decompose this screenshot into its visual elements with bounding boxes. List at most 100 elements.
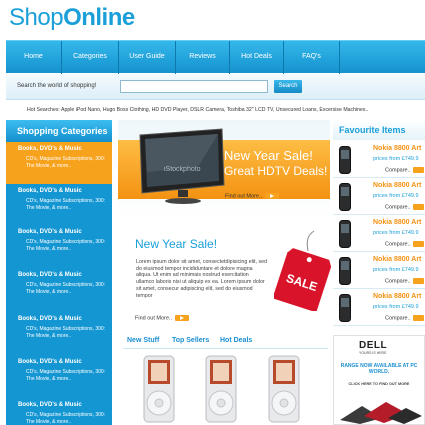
nav-item-user-guide[interactable]: User Guide (119, 41, 176, 74)
favourite-item-name[interactable]: Nokia 8800 Art (373, 219, 421, 226)
banner-subtitle: Great HDTV Deals! (224, 164, 328, 178)
category-item-title: Books, DVD's & Music (18, 359, 82, 365)
favourite-item[interactable]: Nokia 8800 Art prices from £749.9 Compar… (333, 253, 425, 289)
hdtv-image: iStockphoto (139, 128, 225, 204)
favourite-item-price: prices from £749.9 (373, 193, 419, 199)
phone-image (339, 220, 351, 248)
promo-text: Lorem ipsum dolor sit amet, consectetdip… (136, 259, 268, 299)
compare-label: Compare.. (385, 204, 411, 211)
compare-button[interactable] (412, 278, 424, 284)
search-label: Search the world of shopping! (17, 83, 97, 89)
category-item-sub: CD's, Magazine Subscriptions, 300: The M… (26, 282, 106, 295)
site-logo[interactable]: ShopOnline (9, 4, 135, 32)
favourite-item[interactable]: Nokia 8800 Art prices from £749.9 Compar… (333, 179, 425, 215)
category-item-title: Books, DVD's & Music (18, 402, 82, 408)
category-item[interactable]: Books, DVD's & Music CD's, Magazine Subs… (6, 184, 112, 225)
category-item[interactable]: Books, DVD's & Music CD's, Magazine Subs… (6, 142, 112, 184)
favourite-item-price: prices from £749.9 (373, 304, 419, 310)
compare-link[interactable]: Compare.. (385, 315, 424, 321)
search-button[interactable]: Search (274, 80, 302, 93)
compare-label: Compare.. (385, 241, 411, 248)
search-input[interactable] (120, 80, 268, 93)
ipod-product-image[interactable] (268, 355, 300, 425)
favourite-item-price: prices from £749.9 (373, 267, 419, 273)
category-item-sub: CD's, Magazine Subscriptions, 300: The M… (26, 198, 106, 211)
tab-top-sellers[interactable]: Top Sellers (172, 337, 209, 344)
category-item-sub: CD's, Magazine Subscriptions, 300: The M… (26, 369, 106, 382)
category-item[interactable]: Books, DVD's & Music CD's, Magazine Subs… (6, 398, 112, 425)
favourite-item-name[interactable]: Nokia 8800 Art (373, 182, 421, 189)
compare-link[interactable]: Compare.. (385, 204, 424, 210)
promo-title: New Year Sale! (135, 237, 218, 251)
category-item-title: Books, DVD's & Music (18, 272, 82, 278)
category-item[interactable]: Books, DVD's & Music CD's, Magazine Subs… (6, 268, 112, 312)
favourite-item-name[interactable]: Nokia 8800 Art (373, 256, 421, 263)
compare-button[interactable] (412, 315, 424, 321)
dell-advert[interactable]: DELL YOURS IS HERE RANGE NOW AVAILABLE A… (333, 335, 425, 425)
category-item-title: Books, DVD's & Music (18, 188, 82, 194)
shopping-categories-panel: Shopping Categories Books, DVD's & Music… (6, 120, 112, 425)
compare-button[interactable] (412, 204, 424, 210)
nav-item-home[interactable]: Home (6, 41, 62, 74)
compare-label: Compare.. (385, 315, 411, 322)
favourite-item[interactable]: Nokia 8800 Art prices from £749.9 Compar… (333, 216, 425, 252)
category-item-sub: CD's, Magazine Subscriptions, 300: The M… (26, 156, 106, 169)
category-item-sub: CD's, Magazine Subscriptions, 300: The M… (26, 239, 106, 252)
compare-button[interactable] (412, 167, 424, 173)
arrow-right-icon[interactable] (265, 193, 279, 199)
category-item-title: Books, DVD's & Music (18, 229, 82, 235)
product-tabs: New Stuff Top Sellers Hot Deals (118, 333, 330, 425)
promo-find-more[interactable]: Find out More.. (135, 315, 189, 321)
hot-searches: Hot Searches: Apple iPod Nano, Hugo Boss… (27, 107, 369, 113)
favourite-items-title: Favourite Items (333, 120, 425, 140)
shopping-categories-title: Shopping Categories (6, 120, 112, 142)
promo-find-more-label: Find out More.. (135, 315, 172, 322)
favourite-item-price: prices from £749.9 (373, 156, 419, 162)
nav-item-hot-deals[interactable]: Hot Deals (230, 41, 284, 74)
compare-link[interactable]: Compare.. (385, 167, 424, 173)
sale-tag-icon: SALE (274, 230, 332, 311)
category-item[interactable]: Books, DVD's & Music CD's, Magazine Subs… (6, 355, 112, 398)
favourite-item[interactable]: Nokia 8800 Art prices from £749.9 Compar… (333, 290, 425, 326)
banner-title: New Year Sale! (224, 148, 313, 163)
banner-find-more[interactable]: Find out More.. (225, 193, 279, 199)
category-item-title: Books, DVD's & Music (18, 316, 82, 322)
nav-item-categories[interactable]: Categories (62, 41, 119, 74)
category-item[interactable]: Books, DVD's & Music CD's, Magazine Subs… (6, 312, 112, 355)
compare-label: Compare.. (385, 278, 411, 285)
phone-image (339, 183, 351, 211)
dell-click-text[interactable]: CLICK HERE TO FIND OUT MORE (334, 382, 424, 387)
logo-part-shop: Shop (9, 4, 64, 31)
ipod-product-image[interactable] (143, 355, 175, 425)
nav-item-faqs[interactable]: FAQ's (284, 41, 340, 74)
compare-button[interactable] (412, 241, 424, 247)
phone-image (339, 294, 351, 322)
compare-link[interactable]: Compare.. (385, 241, 424, 247)
dell-logo: DELL (359, 340, 388, 351)
ipod-product-image[interactable] (205, 355, 237, 425)
category-item-sub: CD's, Magazine Subscriptions, 300: The M… (26, 412, 106, 425)
favourite-item-price: prices from £749.9 (373, 230, 419, 236)
hdtv-banner[interactable]: iStockphoto New Year Sale! Great HDTV De… (118, 120, 330, 219)
logo-part-online: Online (63, 4, 135, 31)
tab-divider (123, 348, 328, 349)
category-item-sub: CD's, Magazine Subscriptions, 300: The M… (26, 326, 106, 339)
phone-image (339, 257, 351, 285)
dell-range-text: RANGE NOW AVAILABLE AT PC WORLD. (340, 363, 418, 375)
laptops-image (340, 402, 422, 424)
main-nav: Home Categories User Guide Reviews Hot D… (6, 40, 425, 74)
banner-watermark: iStockphoto (164, 166, 201, 173)
favourite-item-name[interactable]: Nokia 8800 Art (373, 145, 421, 152)
favourite-item[interactable]: Nokia 8800 Art prices from £749.9 Compar… (333, 142, 425, 178)
category-item[interactable]: Books, DVD's & Music CD's, Magazine Subs… (6, 225, 112, 268)
nav-item-reviews[interactable]: Reviews (176, 41, 230, 74)
new-year-sale-promo: New Year Sale! Lorem ipsum dolor sit ame… (126, 229, 332, 329)
favourite-item-name[interactable]: Nokia 8800 Art (373, 293, 421, 300)
favourite-items-panel: Favourite Items Nokia 8800 Art prices fr… (333, 120, 425, 330)
phone-image (339, 146, 351, 174)
tab-new-stuff[interactable]: New Stuff (127, 337, 159, 344)
compare-link[interactable]: Compare.. (385, 278, 424, 284)
tab-hot-deals[interactable]: Hot Deals (220, 337, 252, 344)
arrow-right-icon[interactable] (175, 315, 189, 321)
banner-find-more-label: Find out More.. (225, 193, 262, 200)
